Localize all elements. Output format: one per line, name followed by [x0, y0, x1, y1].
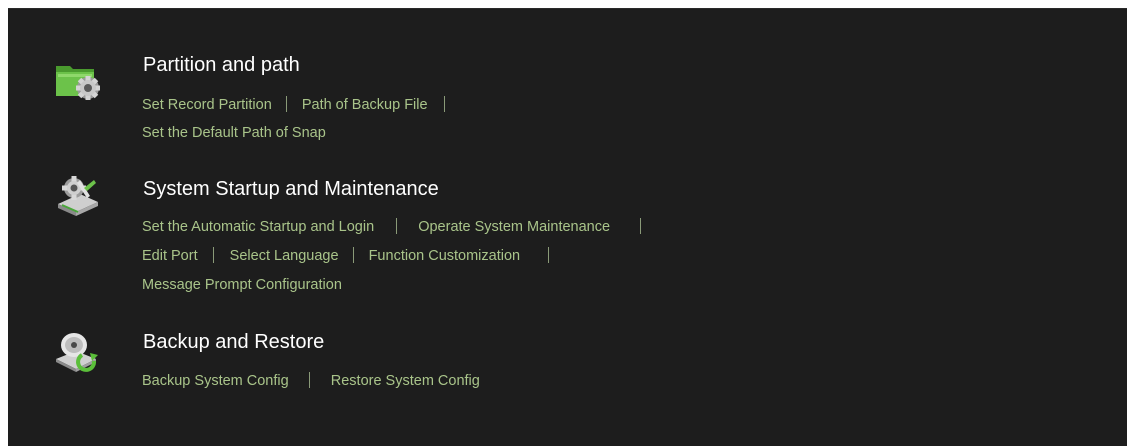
separator [639, 218, 641, 234]
operate-system-maintenance-link[interactable]: Operate System Maintenance [418, 219, 610, 235]
path-of-backup-file-link[interactable]: Path of Backup File [302, 97, 428, 113]
separator [547, 247, 549, 263]
tools-drive-icon [58, 176, 98, 216]
link-row: Set the Default Path of Snap [142, 125, 326, 141]
restore-system-config-link[interactable]: Restore System Config [331, 373, 480, 389]
backup-system-config-link[interactable]: Backup System Config [142, 373, 289, 389]
section-title: System Startup and Maintenance [143, 178, 439, 200]
separator [213, 247, 215, 263]
disc-restore-icon [56, 333, 98, 372]
link-row: Edit Port Select Language Function Custo… [142, 247, 572, 264]
set-default-path-snap-link[interactable]: Set the Default Path of Snap [142, 125, 326, 141]
separator [395, 218, 397, 234]
link-row: Message Prompt Configuration [142, 277, 342, 293]
section-title: Partition and path [143, 54, 300, 76]
separator [444, 96, 446, 112]
section-title: Backup and Restore [143, 331, 325, 353]
function-customization-link[interactable]: Function Customization [369, 248, 521, 264]
separator [309, 372, 311, 388]
separator [353, 247, 355, 263]
edit-port-link[interactable]: Edit Port [142, 248, 198, 264]
automatic-startup-login-link[interactable]: Set the Automatic Startup and Login [142, 219, 374, 235]
select-language-link[interactable]: Select Language [230, 248, 339, 264]
link-row: Set the Automatic Startup and Login Oper… [142, 218, 666, 235]
link-row: Set Record Partition Path of Backup File [142, 96, 458, 113]
set-record-partition-link[interactable]: Set Record Partition [142, 97, 272, 113]
folder-gear-icon [56, 66, 100, 100]
link-row: Backup System Config Restore System Conf… [142, 372, 480, 389]
separator [286, 96, 288, 112]
config-panel: Partition and path Set Record Partition … [8, 8, 1127, 446]
message-prompt-configuration-link[interactable]: Message Prompt Configuration [142, 277, 342, 293]
